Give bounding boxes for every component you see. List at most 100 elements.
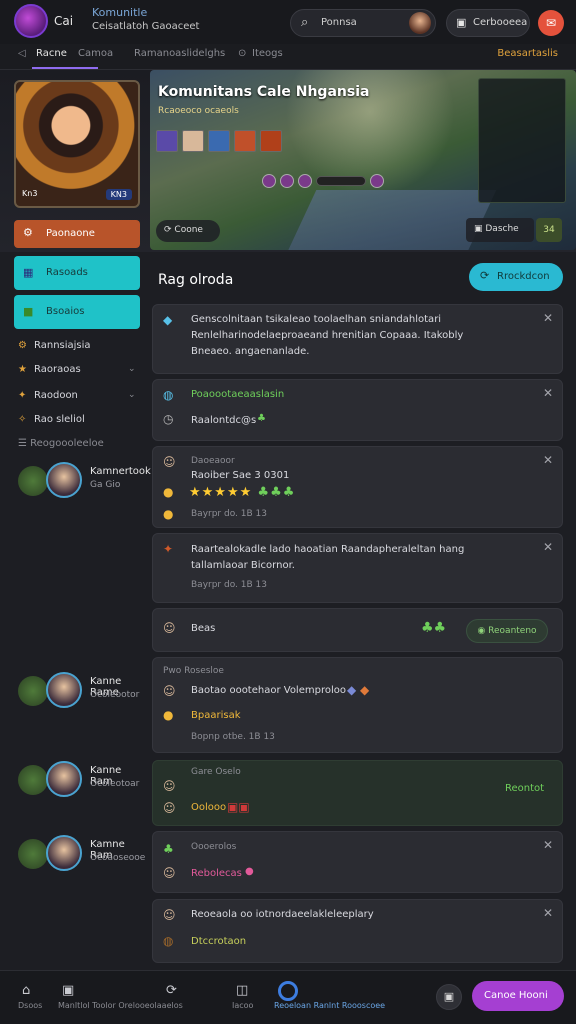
close-icon[interactable]: ✕ xyxy=(543,311,553,325)
close-icon[interactable]: ✕ xyxy=(543,838,553,852)
tab-home[interactable]: Racne xyxy=(36,48,67,59)
stat-button[interactable]: ▣ Dasche xyxy=(466,218,534,242)
search-placeholder: Ponnsa xyxy=(321,17,357,28)
count-badge[interactable]: 34 xyxy=(536,218,562,242)
player-team-icon xyxy=(18,765,48,795)
search-input[interactable]: ⌕ Ponnsa xyxy=(290,9,436,37)
rating-stars: ★★★★★ ♣♣♣ xyxy=(189,485,296,500)
play-icon: ⟳ xyxy=(164,225,175,235)
sidebar-item[interactable]: ✧ Rao sleliol xyxy=(18,414,85,425)
post-text: Genscolnitaan tsikaleao toolaelhan snian… xyxy=(191,314,442,325)
post-text: Raartealokadle lado haoatian Raandaphera… xyxy=(191,544,465,555)
user-avatar[interactable] xyxy=(14,4,48,38)
tab-items-icon[interactable]: ⊙ xyxy=(238,48,246,59)
hud-icon xyxy=(298,174,312,188)
camera-icon[interactable]: ▣ xyxy=(436,984,462,1010)
chevron-down-icon[interactable]: ⌄ xyxy=(128,364,136,374)
tab-games[interactable]: Camoa xyxy=(78,48,113,59)
character-portrait[interactable]: Kn3 KN3 xyxy=(14,80,140,208)
primary-sidebar-label: Paonaone xyxy=(46,228,95,239)
feed-card[interactable]: ☺ Daoeaoor Raoiber Sae 3 0301 ● ★★★★★ ♣♣… xyxy=(152,446,563,528)
leaf-icon: ◉ xyxy=(477,626,489,636)
grid-icon: ▦ xyxy=(23,266,34,279)
avatar-icon: ☺ xyxy=(163,455,176,469)
close-icon[interactable]: ✕ xyxy=(543,453,553,467)
skill-icon[interactable] xyxy=(156,130,178,152)
player-entry[interactable]: Kanne Ram Ocoleotoar xyxy=(18,761,142,811)
sidebar-item[interactable]: ⚙ Rannsiajsia xyxy=(18,340,91,351)
coin-icon: ● xyxy=(163,507,174,521)
player-sub: Ocoleootor xyxy=(90,690,140,700)
feed-card[interactable]: ♣ Oooerolos ☺ Rebolecas ● ✕ xyxy=(152,831,563,893)
clover-icon: ♣♣ xyxy=(421,620,447,636)
feed-card[interactable]: ◆ Genscolnitaan tsikaleao toolaelhan sni… xyxy=(152,304,563,374)
portrait-badge: KN3 xyxy=(105,189,132,200)
close-icon[interactable]: ✕ xyxy=(543,906,553,920)
post-time: Bopnp otbe. 1B 13 xyxy=(191,732,275,742)
feed-card[interactable]: ☺ Reoeaola oo iotnordaeelakleleeplary ◍ … xyxy=(152,899,563,963)
feed-card[interactable]: Gare Oselo ☺ ☺ Oolooo ▣▣ Reontot xyxy=(152,760,563,826)
games-icon[interactable]: ◫ xyxy=(236,983,248,998)
close-icon[interactable]: ✕ xyxy=(543,540,553,554)
skill-icon[interactable] xyxy=(234,130,256,152)
primary-sidebar-button[interactable]: ⚙ Paonaone xyxy=(14,220,140,248)
home-icon[interactable]: ⌂ xyxy=(22,983,30,998)
card-action-button[interactable]: ◉ Reoanteno xyxy=(466,619,548,643)
feed-card[interactable]: ☺ Beas ♣♣ ◉ Reoanteno xyxy=(152,608,563,652)
bottom-nav-label[interactable]: Reoeloan Ranlnt Roooscoee xyxy=(274,1001,385,1010)
stat-label: Dasche xyxy=(485,224,519,234)
sidebar-button-1-label: Rasoads xyxy=(46,267,88,278)
sidebar-section-label: ☰ Reogoooleeloe xyxy=(18,438,104,449)
feed-card[interactable]: Pwo Rosesloe ☺ Baotao oootehaor Volempro… xyxy=(152,657,563,753)
sidebar-item[interactable]: ★ Raoraoas xyxy=(18,364,81,375)
settings-icon: ⚙ xyxy=(23,226,33,239)
chevron-down-icon[interactable]: ⌄ xyxy=(128,390,136,400)
sidebar-button-2[interactable]: ■ Bsoaios xyxy=(14,295,140,329)
player-sub: Ocoleotoar xyxy=(90,779,140,789)
close-icon[interactable]: ✕ xyxy=(543,386,553,400)
gift-icon: ▣▣ xyxy=(227,800,250,814)
refresh-icon[interactable]: ⟳ xyxy=(166,983,177,998)
bottom-nav-label[interactable]: Dsoos xyxy=(18,1001,42,1010)
list-icon: ☰ xyxy=(18,438,31,449)
bottom-nav-label[interactable]: Iacoo xyxy=(232,1001,253,1010)
follow-button[interactable]: ⟳ Rrockdcon xyxy=(469,263,563,291)
skill-icon[interactable] xyxy=(208,130,230,152)
leaf-icon: ♣ xyxy=(163,842,174,856)
sidebar-item-label: Raoraoas xyxy=(34,364,81,375)
leaf-icon: ♣ xyxy=(257,413,266,424)
player-avatar xyxy=(46,462,82,498)
sidebar-item[interactable]: ✦ Raodoon xyxy=(18,390,78,401)
player-entry[interactable]: Kamnertook Ga Gio xyxy=(18,462,151,512)
play-button[interactable]: ⟳ Coone xyxy=(156,220,220,242)
hud-icon xyxy=(280,174,294,188)
create-button[interactable]: Canoe Hooni xyxy=(472,981,564,1011)
feed-card[interactable]: ✦ Raartealokadle lado haoatian Raandaphe… xyxy=(152,533,563,603)
post-text: Beas xyxy=(191,623,216,634)
media-icon[interactable]: ▣ xyxy=(62,983,74,998)
feed-card[interactable]: ◍ Poaoootaeaaslasin ◷ Raalontdc@s ♣ ✕ xyxy=(152,379,563,441)
skill-icon[interactable] xyxy=(182,130,204,152)
connect-button[interactable]: ▣ Cerbooeea xyxy=(446,9,530,37)
player-avatar xyxy=(46,761,82,797)
notification-icon[interactable]: ✉ xyxy=(538,10,564,36)
player-entry[interactable]: Kanne Rame Ocoleootor xyxy=(18,672,142,722)
tab-items[interactable]: Iteogs xyxy=(252,48,283,59)
hero-subtitle: Rcaoeoco ocaeols xyxy=(158,106,239,116)
search-avatar[interactable] xyxy=(409,12,431,34)
tab-recommend[interactable]: Ramanoaslidelghs xyxy=(134,48,225,59)
chat-icon: ◍ xyxy=(163,388,174,402)
sidebar-button-1[interactable]: ▦ Rasoads xyxy=(14,256,140,290)
tab-right-link[interactable]: Beasartaslis xyxy=(497,48,558,59)
player-entry[interactable]: Kamne Ram Ocoaoseooe xyxy=(18,835,145,885)
bottom-nav-label[interactable]: Manltlol Toolor Orelooeolaaelos xyxy=(58,1001,183,1010)
follow-label: Rrockdcon xyxy=(497,271,550,282)
tab-back-icon[interactable]: ◁ xyxy=(18,48,26,59)
play-label: Coone xyxy=(174,225,203,235)
app-name: Cai xyxy=(54,14,74,28)
active-nav-icon[interactable] xyxy=(278,981,298,1001)
leaf-icon: ■ xyxy=(23,305,34,318)
post-icon: ◆ xyxy=(163,313,173,327)
skill-icon[interactable] xyxy=(260,130,282,152)
player-avatar xyxy=(46,672,82,708)
